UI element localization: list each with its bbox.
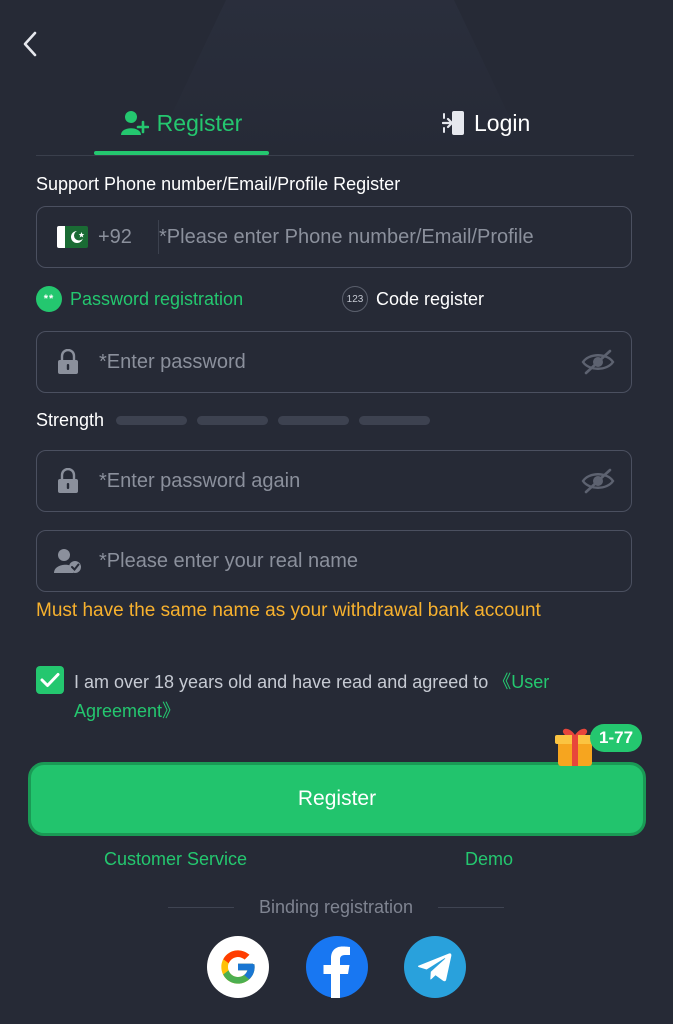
confirm-password-field[interactable]: *Enter password again [36,450,632,512]
telegram-icon [417,953,452,982]
eye-slash-icon[interactable] [565,349,631,375]
telegram-login-button[interactable] [404,936,466,998]
real-name-placeholder: Please enter your real name [106,549,359,572]
required-mark: * [159,225,167,248]
lock-icon [37,468,99,494]
tab-login[interactable]: Login [442,92,542,154]
chevron-left-icon [23,31,37,57]
auth-tabs: Register Login [36,92,634,156]
google-login-button[interactable] [207,936,269,998]
code-register-label: Code register [376,288,485,309]
confirm-password-input[interactable]: *Enter password again [99,470,565,493]
real-name-input[interactable]: *Please enter your real name [99,550,631,573]
divider-line [438,907,504,908]
name-warning-text: Must have the same name as your withdraw… [36,600,541,621]
password-registration-option[interactable]: ** Password registration [36,286,243,312]
binding-registration-divider: Binding registration [168,896,504,918]
password-field[interactable]: *Enter password [36,331,632,393]
strength-bar [116,416,188,425]
customer-service-link[interactable]: Customer Service [104,849,247,870]
password-registration-label: Password registration [70,288,244,309]
tab-register[interactable]: Register [94,92,269,154]
strength-bar [359,416,431,425]
facebook-login-button[interactable] [306,936,368,998]
country-code: +92 [98,225,132,248]
agreement-checkbox[interactable] [36,666,64,694]
gift-badge: 1-77 [590,724,643,752]
password-dot-icon: ** [36,286,62,312]
demo-link[interactable]: Demo [465,849,513,870]
password-placeholder: Enter password [106,350,246,373]
password-strength-meter: Strength [36,410,431,431]
confirm-password-placeholder: Enter password again [106,469,301,492]
agreement-text: I am over 18 years old and have read and… [74,668,614,726]
required-mark: * [99,469,107,492]
country-code-selector[interactable]: +92 [37,220,159,254]
phone-email-field[interactable]: +92 *Please enter Phone number/Email/Pro… [36,206,632,268]
real-name-field[interactable]: *Please enter your real name [36,530,632,592]
strength-bar [197,416,269,425]
strength-label: Strength [36,410,105,430]
phone-email-placeholder: Please enter Phone number/Email/Profile [166,225,534,248]
tab-login-label: Login [474,109,531,136]
register-button[interactable]: Register [28,762,646,836]
gift-icon[interactable] [553,724,597,768]
eye-slash-icon[interactable] [565,468,631,494]
login-door-icon [442,111,464,135]
phone-email-input[interactable]: *Please enter Phone number/Email/Profile [159,226,631,249]
register-section-label: Support Phone number/Email/Profile Regis… [36,174,401,194]
code-register-option[interactable]: 123 Code register [342,286,484,312]
google-icon [221,950,255,984]
active-tab-indicator [94,151,269,155]
required-mark: * [99,350,107,373]
user-check-icon [37,548,99,574]
registration-mode-selector: ** Password registration 123 Code regist… [36,286,632,314]
facebook-icon [323,946,350,998]
checkmark-icon [40,673,60,687]
agreement-statement: I am over 18 years old and have read and… [74,672,494,692]
numeric-code-icon: 123 [342,286,368,312]
back-button[interactable] [14,28,46,60]
lock-icon [37,349,99,375]
required-mark: * [99,549,107,572]
pakistan-flag-icon [57,226,88,248]
add-user-icon [120,111,149,135]
tab-register-label: Register [156,109,243,136]
password-input[interactable]: *Enter password [99,351,565,374]
strength-bar [278,416,350,425]
